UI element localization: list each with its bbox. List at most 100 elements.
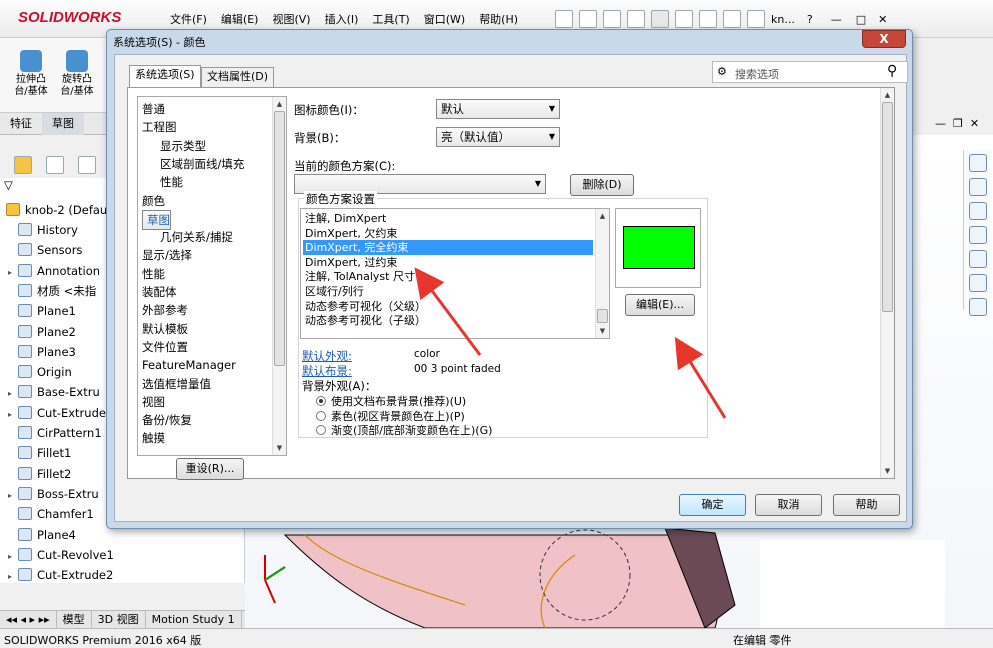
scroll-down-icon[interactable]: ▼ — [596, 325, 609, 337]
category-item[interactable]: 文件位置 — [142, 338, 188, 356]
graphics-minimize-icon[interactable]: — — [935, 117, 946, 130]
tree-item[interactable]: ▸ Base-Extru — [8, 383, 100, 401]
category-item[interactable]: 备份/恢复 — [142, 411, 192, 429]
expand-arrow-icon[interactable]: ▸ — [8, 406, 18, 424]
menu-item-3[interactable]: 插入(I) — [325, 11, 359, 27]
rebuild-icon[interactable] — [699, 10, 717, 28]
menu-item-0[interactable]: 文件(F) — [170, 11, 207, 27]
tab-3d-view[interactable]: 3D 视图 — [92, 611, 146, 628]
category-item[interactable]: 性能 — [142, 265, 165, 283]
tree-item[interactable]: Sensors — [8, 241, 82, 259]
view-palette-icon[interactable] — [968, 226, 987, 244]
tree-item[interactable]: Fillet2 — [8, 465, 71, 483]
scroll-up-icon[interactable]: ▲ — [596, 210, 609, 222]
tree-item[interactable]: ▸ Cut-Extrude — [8, 404, 106, 422]
dialog-close-button[interactable]: X — [862, 30, 906, 48]
category-item[interactable]: 视图 — [142, 393, 165, 411]
scheme-item[interactable]: 动态参考可视化（父级） — [303, 299, 593, 314]
radio-button[interactable] — [316, 410, 326, 421]
parts-library-icon[interactable] — [968, 178, 987, 196]
menu-item-4[interactable]: 工具(T) — [372, 11, 409, 27]
category-item[interactable]: 性能 — [160, 173, 183, 191]
scroll-down-icon[interactable]: ▼ — [881, 465, 894, 477]
cancel-button[interactable]: 取消 — [755, 494, 822, 516]
category-scrollbar[interactable]: ▲ ▼ — [272, 97, 286, 455]
help-button[interactable]: 帮助 — [833, 494, 900, 516]
home-icon[interactable] — [968, 154, 987, 172]
save-icon[interactable] — [603, 10, 621, 28]
category-item[interactable]: 选值框增量值 — [142, 375, 211, 393]
configuration-manager-icon[interactable] — [78, 156, 96, 174]
select-icon[interactable] — [675, 10, 693, 28]
expand-arrow-icon[interactable]: ▸ — [8, 385, 18, 403]
scheme-item[interactable]: DimXpert, 过约束 — [303, 255, 593, 270]
expand-arrow-icon[interactable]: ▸ — [8, 548, 18, 566]
close-icon[interactable]: ✕ — [878, 13, 887, 26]
tree-item[interactable]: History — [8, 221, 78, 239]
category-item[interactable]: 外部参考 — [142, 301, 188, 319]
scroll-down-icon[interactable]: ▼ — [273, 442, 286, 454]
tab-sketch[interactable]: 草图 — [42, 113, 84, 135]
default-layout-link[interactable]: 默认布景: — [302, 363, 352, 379]
scheme-item[interactable]: DimXpert, 欠约束 — [303, 226, 593, 241]
menu-item-2[interactable]: 视图(V) — [272, 11, 310, 27]
radio-button[interactable] — [316, 396, 326, 406]
menu-item-1[interactable]: 编辑(E) — [221, 11, 259, 27]
revolve-boss-button[interactable]: 旋转凸 台/基体 — [56, 46, 98, 98]
tree-item[interactable]: 材质 <未指 — [8, 282, 96, 300]
radio-button[interactable] — [316, 425, 326, 435]
expand-arrow-icon[interactable]: ▸ — [8, 568, 18, 586]
property-manager-icon[interactable] — [46, 156, 64, 174]
reset-button[interactable]: 重设(R)... — [176, 458, 244, 480]
delete-button[interactable]: 删除(D) — [570, 174, 634, 196]
tree-item[interactable]: Chamfer1 — [8, 505, 94, 523]
scheme-scrollbar[interactable]: ▲ ▼ — [595, 209, 609, 338]
user-name[interactable]: kn... — [771, 13, 795, 26]
feature-manager-icon[interactable] — [14, 156, 32, 174]
scroll-thumb[interactable] — [882, 102, 893, 312]
icon-color-select[interactable]: 默认 ▼ — [436, 99, 560, 119]
filter-icon[interactable]: ▽ — [4, 176, 13, 194]
tree-root[interactable]: knob-2 (Defau — [6, 201, 107, 219]
file-properties-icon[interactable] — [723, 10, 741, 28]
open-file-icon[interactable] — [579, 10, 597, 28]
tree-item[interactable]: Plane4 — [8, 526, 76, 544]
scheme-item[interactable]: 注解, TolAnalyst 尺寸 — [303, 269, 593, 284]
scheme-item[interactable]: DimXpert, 完全约束 — [303, 240, 593, 256]
expand-arrow-icon[interactable]: ▸ — [8, 487, 18, 505]
edit-color-button[interactable]: 编辑(E)... — [625, 294, 695, 316]
new-file-icon[interactable] — [555, 10, 573, 28]
tree-item[interactable]: ▸ Cut-Revolve1 — [8, 546, 114, 564]
category-item[interactable]: 几何关系/捕捉 — [160, 228, 233, 246]
folder-icon[interactable] — [968, 202, 987, 220]
ok-button[interactable]: 确定 — [679, 494, 746, 516]
bg-option[interactable]: 渐变(顶部/底部渐变颜色在上)(G) — [316, 422, 492, 438]
category-item[interactable]: 装配体 — [142, 283, 177, 301]
tree-item[interactable]: Plane1 — [8, 302, 76, 320]
menu-item-6[interactable]: 帮助(H) — [479, 11, 518, 27]
tab-system-options[interactable]: 系统选项(S) — [129, 65, 201, 87]
category-item[interactable]: 颜色 — [142, 192, 165, 210]
tab-nav-arrows[interactable]: ◂◂ ◂ ▸ ▸▸ — [0, 611, 57, 628]
tree-item[interactable]: ▸ Boss-Extru — [8, 485, 99, 503]
graphics-restore-icon[interactable]: ❐ — [953, 117, 963, 130]
tree-item[interactable]: ▸ Annotation — [8, 262, 100, 280]
forum-icon[interactable] — [968, 298, 987, 316]
panel-scrollbar[interactable]: ▲ ▼ — [880, 88, 894, 478]
expand-arrow-icon[interactable]: ▸ — [8, 264, 18, 282]
tab-model[interactable]: 模型 — [57, 611, 92, 628]
tree-item[interactable]: Origin — [8, 363, 72, 381]
scheme-item[interactable]: 区域行/列行 — [303, 284, 593, 299]
undo-icon[interactable] — [651, 10, 669, 28]
category-item[interactable]: 工程图 — [142, 118, 177, 136]
category-item[interactable]: FeatureManager — [142, 356, 236, 374]
minimize-icon[interactable]: — — [831, 13, 842, 26]
maximize-icon[interactable]: □ — [856, 13, 866, 26]
help-icon[interactable]: ? — [807, 13, 813, 26]
custom-properties-icon[interactable] — [968, 274, 987, 292]
scroll-up-icon[interactable]: ▲ — [273, 98, 286, 110]
category-item[interactable]: 显示/选择 — [142, 246, 192, 264]
scheme-item[interactable]: 动态参考可视化（子级） — [303, 313, 593, 328]
search-icon[interactable]: ⚲ — [887, 63, 897, 79]
tab-features[interactable]: 特征 — [0, 113, 42, 135]
